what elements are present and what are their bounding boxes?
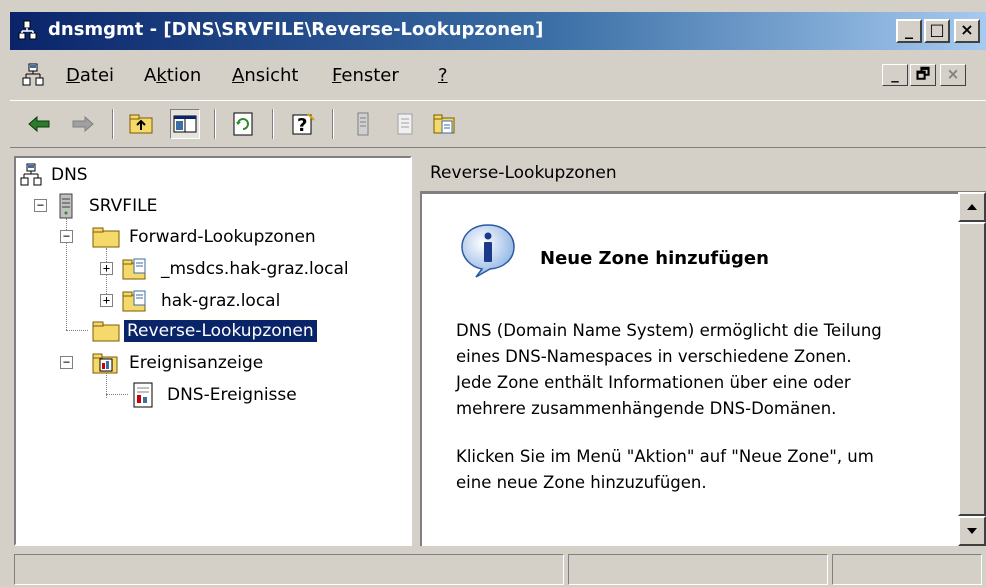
info-line: eine neue Zone hinzuzufügen.: [456, 473, 707, 492]
tree-item-srvfile[interactable]: SRVFILE: [56, 191, 160, 221]
folder-icon: [92, 321, 120, 342]
details-scrollbar[interactable]: [958, 192, 986, 546]
refresh-button[interactable]: [228, 109, 258, 139]
info-paragraph-1: DNS (Domain Name System) ermöglicht die …: [456, 318, 882, 422]
status-panel-2: [568, 554, 828, 585]
collapse-forward-zones-toggle[interactable]: −: [60, 230, 73, 243]
svg-text:?: ?: [297, 115, 307, 136]
tree-item-event-viewer[interactable]: Ereignisanzeige: [92, 348, 266, 378]
arrow-left-icon: [28, 115, 50, 133]
menu-datei[interactable]: Datei: [66, 65, 114, 86]
show-hide-tree-button[interactable]: [170, 109, 200, 139]
toolbar-separator: [332, 109, 334, 139]
scroll-up-button[interactable]: [958, 192, 986, 222]
dns-root-icon: [20, 163, 42, 186]
info-line: Jede Zone enthält Informationen über ein…: [456, 373, 851, 392]
expand-hak-graz-toggle[interactable]: +: [100, 294, 113, 307]
info-line: mehrere zusammenhängende DNS-Domänen.: [456, 399, 837, 418]
maximize-button[interactable]: □: [924, 19, 950, 43]
server-icon: [59, 193, 73, 219]
collapse-event-viewer-toggle[interactable]: −: [60, 356, 73, 369]
menu-ansicht[interactable]: Ansicht: [232, 65, 298, 86]
help-button[interactable]: ?: [288, 109, 318, 139]
arrow-up-icon: [967, 204, 977, 210]
details-header-title: Reverse-Lookupzonen: [430, 163, 617, 183]
collapse-srvfile-toggle[interactable]: −: [34, 199, 47, 212]
console-tree-icon: [173, 115, 197, 133]
menu-aktion[interactable]: Aktion: [144, 65, 201, 86]
folder-icon: [92, 227, 120, 248]
mmc-window: dnsmgmt - [DNS\SRVFILE\Reverse-Lookupzon…: [0, 0, 986, 587]
tree-item-dns-events[interactable]: DNS-Ereignisse: [132, 380, 300, 410]
info-line: DNS (Domain Name System) ermöglicht die …: [456, 321, 882, 340]
window-title: dnsmgmt - [DNS\SRVFILE\Reverse-Lookupzon…: [48, 19, 544, 40]
tree-item-reverse-zones[interactable]: Reverse-Lookupzonen: [92, 316, 318, 346]
toolbar-separator: [112, 109, 114, 139]
tree-item-label-selected: Reverse-Lookupzonen: [123, 319, 318, 343]
toolbar-separator: [272, 109, 274, 139]
status-panel-3: [832, 554, 982, 585]
details-pane[interactable]: Neue Zone hinzufügen DNS (Domain Name Sy…: [420, 192, 958, 546]
refresh-icon: [233, 112, 253, 136]
info-line: eines DNS-Namespaces in verschiedene Zon…: [456, 347, 852, 366]
new-zone-icon: [433, 114, 455, 134]
close-button[interactable]: ×: [954, 19, 980, 43]
event-viewer-icon: [92, 353, 118, 374]
status-panel-main: [14, 554, 564, 585]
info-line: Klicken Sie im Menü "Aktion" auf "Neue Z…: [456, 447, 874, 466]
tree-item-forward-zones[interactable]: Forward-Lookupzonen: [92, 222, 319, 252]
toolbar-separator: [214, 109, 216, 139]
arrow-down-icon: [967, 528, 977, 534]
title-bar[interactable]: dnsmgmt - [DNS\SRVFILE\Reverse-Lookupzon…: [10, 12, 986, 50]
tree-item-dns[interactable]: DNS: [18, 160, 91, 190]
mmc-console-icon[interactable]: [20, 62, 46, 88]
new-zone-button[interactable]: [430, 109, 460, 139]
tree-item-label: _msdcs.hak-graz.local: [161, 259, 349, 279]
arrow-right-icon: [72, 115, 94, 133]
up-level-button[interactable]: [126, 109, 156, 139]
console-tree[interactable]: DNS − SRVFILE − Forward-Lookupzonen + _m…: [14, 156, 412, 546]
server-icon: [357, 112, 369, 136]
zone-icon: [122, 258, 146, 280]
info-title: Neue Zone hinzufügen: [540, 248, 769, 269]
tree-item-label: DNS: [51, 165, 88, 185]
child-restore-button[interactable]: 🗗: [910, 64, 936, 86]
expand-msdcs-toggle[interactable]: +: [100, 262, 113, 275]
child-minimize-button[interactable]: _: [882, 64, 908, 86]
menu-bar: Datei Aktion Ansicht Fenster ? _ 🗗 ×: [10, 52, 986, 98]
dns-server-icon: [18, 20, 37, 40]
tree-item-label: Forward-Lookupzonen: [129, 227, 316, 247]
event-log-icon: [133, 382, 153, 408]
child-close-button[interactable]: ×: [940, 64, 966, 86]
info-icon: [461, 224, 515, 278]
server-button[interactable]: [348, 109, 378, 139]
scroll-thumb[interactable]: [958, 222, 986, 516]
properties-button[interactable]: [390, 109, 420, 139]
tree-item-hak-graz-zone[interactable]: hak-graz.local: [122, 286, 283, 316]
menu-help[interactable]: ?: [438, 65, 448, 86]
tree-item-label: hak-graz.local: [161, 291, 281, 311]
info-paragraph-2: Klicken Sie im Menü "Aktion" auf "Neue Z…: [456, 444, 874, 496]
forward-button[interactable]: [68, 109, 98, 139]
tree-item-label: DNS-Ereignisse: [167, 385, 297, 405]
properties-icon: [397, 113, 413, 135]
minimize-button[interactable]: _: [896, 19, 922, 43]
menu-fenster[interactable]: Fenster: [332, 65, 399, 86]
zone-icon: [122, 290, 146, 312]
tree-connector: [106, 394, 128, 395]
back-button[interactable]: [24, 109, 54, 139]
tree-connector: [66, 330, 88, 331]
help-icon: ?: [292, 113, 315, 136]
tree-item-label: SRVFILE: [89, 196, 158, 216]
details-header: Reverse-Lookupzonen: [420, 156, 986, 192]
toolbar: ?: [10, 100, 986, 148]
tree-item-msdcs-zone[interactable]: _msdcs.hak-graz.local: [122, 254, 352, 284]
tree-item-label: Ereignisanzeige: [129, 353, 264, 373]
scroll-down-button[interactable]: [958, 516, 986, 546]
status-bar: [10, 550, 986, 587]
folder-up-icon: [129, 114, 153, 134]
